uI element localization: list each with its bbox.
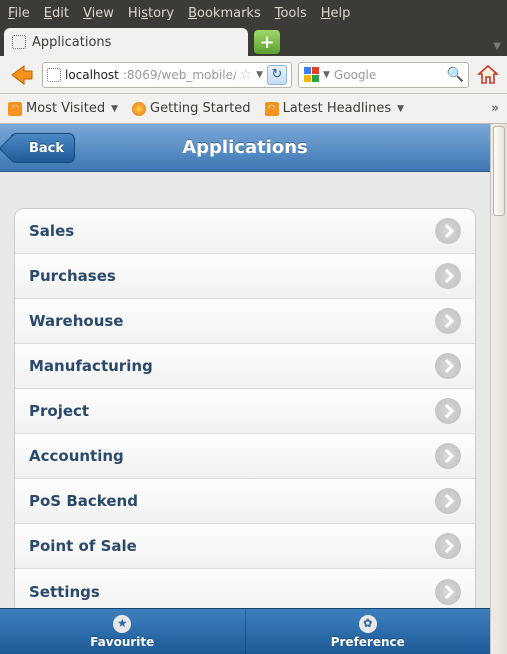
tabs-dropdown-icon[interactable]: ▼	[493, 41, 501, 52]
reload-button[interactable]: ↻	[267, 65, 287, 85]
mobile-app: Back Applications Sales Purchases Wareho…	[0, 124, 490, 654]
home-button[interactable]	[475, 62, 501, 88]
list-item-accounting[interactable]: Accounting	[15, 434, 475, 479]
star-icon: ★	[113, 615, 131, 633]
list-item-label: Sales	[29, 222, 74, 240]
gear-icon: ✿	[359, 615, 377, 633]
firefox-icon	[132, 102, 146, 116]
list-item-manufacturing[interactable]: Manufacturing	[15, 344, 475, 389]
chevron-right-icon	[435, 308, 461, 334]
app-footer: ★ Favourite ✿ Preference	[0, 608, 490, 654]
feed-icon: ◠	[265, 102, 279, 116]
list-item-project[interactable]: Project	[15, 389, 475, 434]
list-item-purchases[interactable]: Purchases	[15, 254, 475, 299]
chevron-right-icon	[435, 533, 461, 559]
list-item-pos-backend[interactable]: PoS Backend	[15, 479, 475, 524]
address-bar[interactable]: localhost :8069/web_mobile/sta ☆ ▼ ↻	[42, 62, 292, 88]
list-item-label: Settings	[29, 583, 100, 601]
footer-preference-button[interactable]: ✿ Preference	[246, 609, 491, 654]
dropdown-icon: ▼	[111, 104, 118, 114]
bookmarks-toolbar: ◠ Most Visited ▼ Getting Started ◠ Lates…	[0, 94, 507, 124]
chevron-right-icon	[435, 353, 461, 379]
list-item-label: Purchases	[29, 267, 116, 285]
app-list-container: Sales Purchases Warehouse Manufacturing …	[0, 172, 490, 608]
list-item-settings[interactable]: Settings	[15, 569, 475, 608]
dropdown-icon: ▼	[397, 104, 404, 114]
chevron-right-icon	[435, 263, 461, 289]
list-item-label: Point of Sale	[29, 537, 137, 555]
list-item-label: Accounting	[29, 447, 124, 465]
footer-button-label: Preference	[331, 635, 405, 649]
list-item-warehouse[interactable]: Warehouse	[15, 299, 475, 344]
menu-view[interactable]: View	[83, 6, 114, 21]
tab-title: Applications	[32, 35, 111, 50]
list-item-point-of-sale[interactable]: Point of Sale	[15, 524, 475, 569]
page-title: Applications	[182, 137, 308, 158]
bookmark-label: Latest Headlines	[283, 101, 392, 116]
google-icon	[303, 67, 319, 83]
list-item-sales[interactable]: Sales	[15, 209, 475, 254]
bookmarks-overflow-icon[interactable]: »	[491, 101, 499, 116]
list-item-label: PoS Backend	[29, 492, 138, 510]
menu-history[interactable]: History	[128, 6, 174, 21]
bookmark-most-visited[interactable]: ◠ Most Visited ▼	[8, 101, 118, 116]
new-tab-button[interactable]: +	[254, 30, 280, 54]
tab-strip: Applications + ▼	[0, 26, 507, 56]
search-icon[interactable]: 🔍	[447, 67, 464, 83]
footer-button-label: Favourite	[90, 635, 154, 649]
list-item-label: Project	[29, 402, 89, 420]
applications-list: Sales Purchases Warehouse Manufacturing …	[14, 208, 476, 608]
menu-help[interactable]: Help	[321, 6, 351, 21]
footer-favourite-button[interactable]: ★ Favourite	[0, 609, 246, 654]
url-path: :8069/web_mobile/sta	[123, 68, 236, 82]
menu-tools[interactable]: Tools	[275, 6, 307, 21]
search-engine-dropdown-icon[interactable]: ▼	[323, 70, 330, 80]
back-button[interactable]: Back	[10, 133, 75, 163]
tab-favicon	[12, 35, 26, 49]
scrollbar-thumb[interactable]	[493, 126, 505, 216]
chevron-right-icon	[435, 218, 461, 244]
url-dropdown-icon[interactable]: ▼	[256, 70, 263, 80]
list-item-label: Manufacturing	[29, 357, 153, 375]
browser-tab[interactable]: Applications	[4, 28, 248, 56]
app-header: Back Applications	[0, 124, 490, 172]
scrollbar[interactable]	[490, 124, 507, 654]
chevron-right-icon	[435, 398, 461, 424]
browser-back-button[interactable]	[6, 62, 36, 88]
navigation-toolbar: localhost :8069/web_mobile/sta ☆ ▼ ↻ ▼ Go…	[0, 56, 507, 94]
page-content: Back Applications Sales Purchases Wareho…	[0, 124, 507, 654]
search-bar[interactable]: ▼ Google 🔍	[298, 62, 469, 88]
back-button-label: Back	[29, 141, 64, 156]
bookmark-label: Getting Started	[150, 101, 251, 116]
search-placeholder: Google	[334, 68, 376, 82]
menu-file[interactable]: File	[8, 6, 30, 21]
browser-menubar: File Edit View History Bookmarks Tools H…	[0, 0, 507, 26]
menu-edit[interactable]: Edit	[44, 6, 69, 21]
site-identity-icon	[47, 68, 61, 82]
url-host: localhost	[65, 68, 119, 82]
menu-bookmarks[interactable]: Bookmarks	[188, 6, 261, 21]
feed-icon: ◠	[8, 102, 22, 116]
chevron-right-icon	[435, 488, 461, 514]
bookmark-label: Most Visited	[26, 101, 105, 116]
bookmark-star-icon[interactable]: ☆	[240, 67, 253, 83]
chevron-right-icon	[435, 579, 461, 605]
bookmark-latest-headlines[interactable]: ◠ Latest Headlines ▼	[265, 101, 404, 116]
chevron-right-icon	[435, 443, 461, 469]
bookmark-getting-started[interactable]: Getting Started	[132, 101, 251, 116]
list-item-label: Warehouse	[29, 312, 123, 330]
